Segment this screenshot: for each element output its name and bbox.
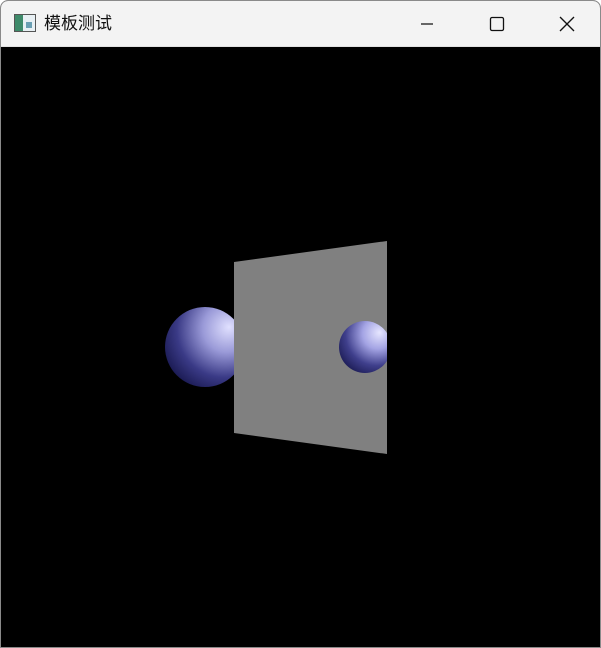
title-bar[interactable]: 模板测试 xyxy=(1,1,600,47)
maximize-button[interactable] xyxy=(462,1,532,47)
minimize-icon xyxy=(421,23,433,25)
sphere-right xyxy=(339,321,387,373)
scene-svg xyxy=(165,241,387,454)
window-title: 模板测试 xyxy=(44,14,112,34)
render-canvas[interactable] xyxy=(1,48,600,647)
close-button[interactable] xyxy=(532,1,600,47)
app-window: 模板测试 xyxy=(0,0,601,648)
app-window-icon[interactable] xyxy=(14,14,36,32)
sphere-left xyxy=(165,307,245,387)
maximize-icon xyxy=(489,16,505,32)
close-icon xyxy=(559,16,575,32)
minimize-button[interactable] xyxy=(392,1,462,47)
